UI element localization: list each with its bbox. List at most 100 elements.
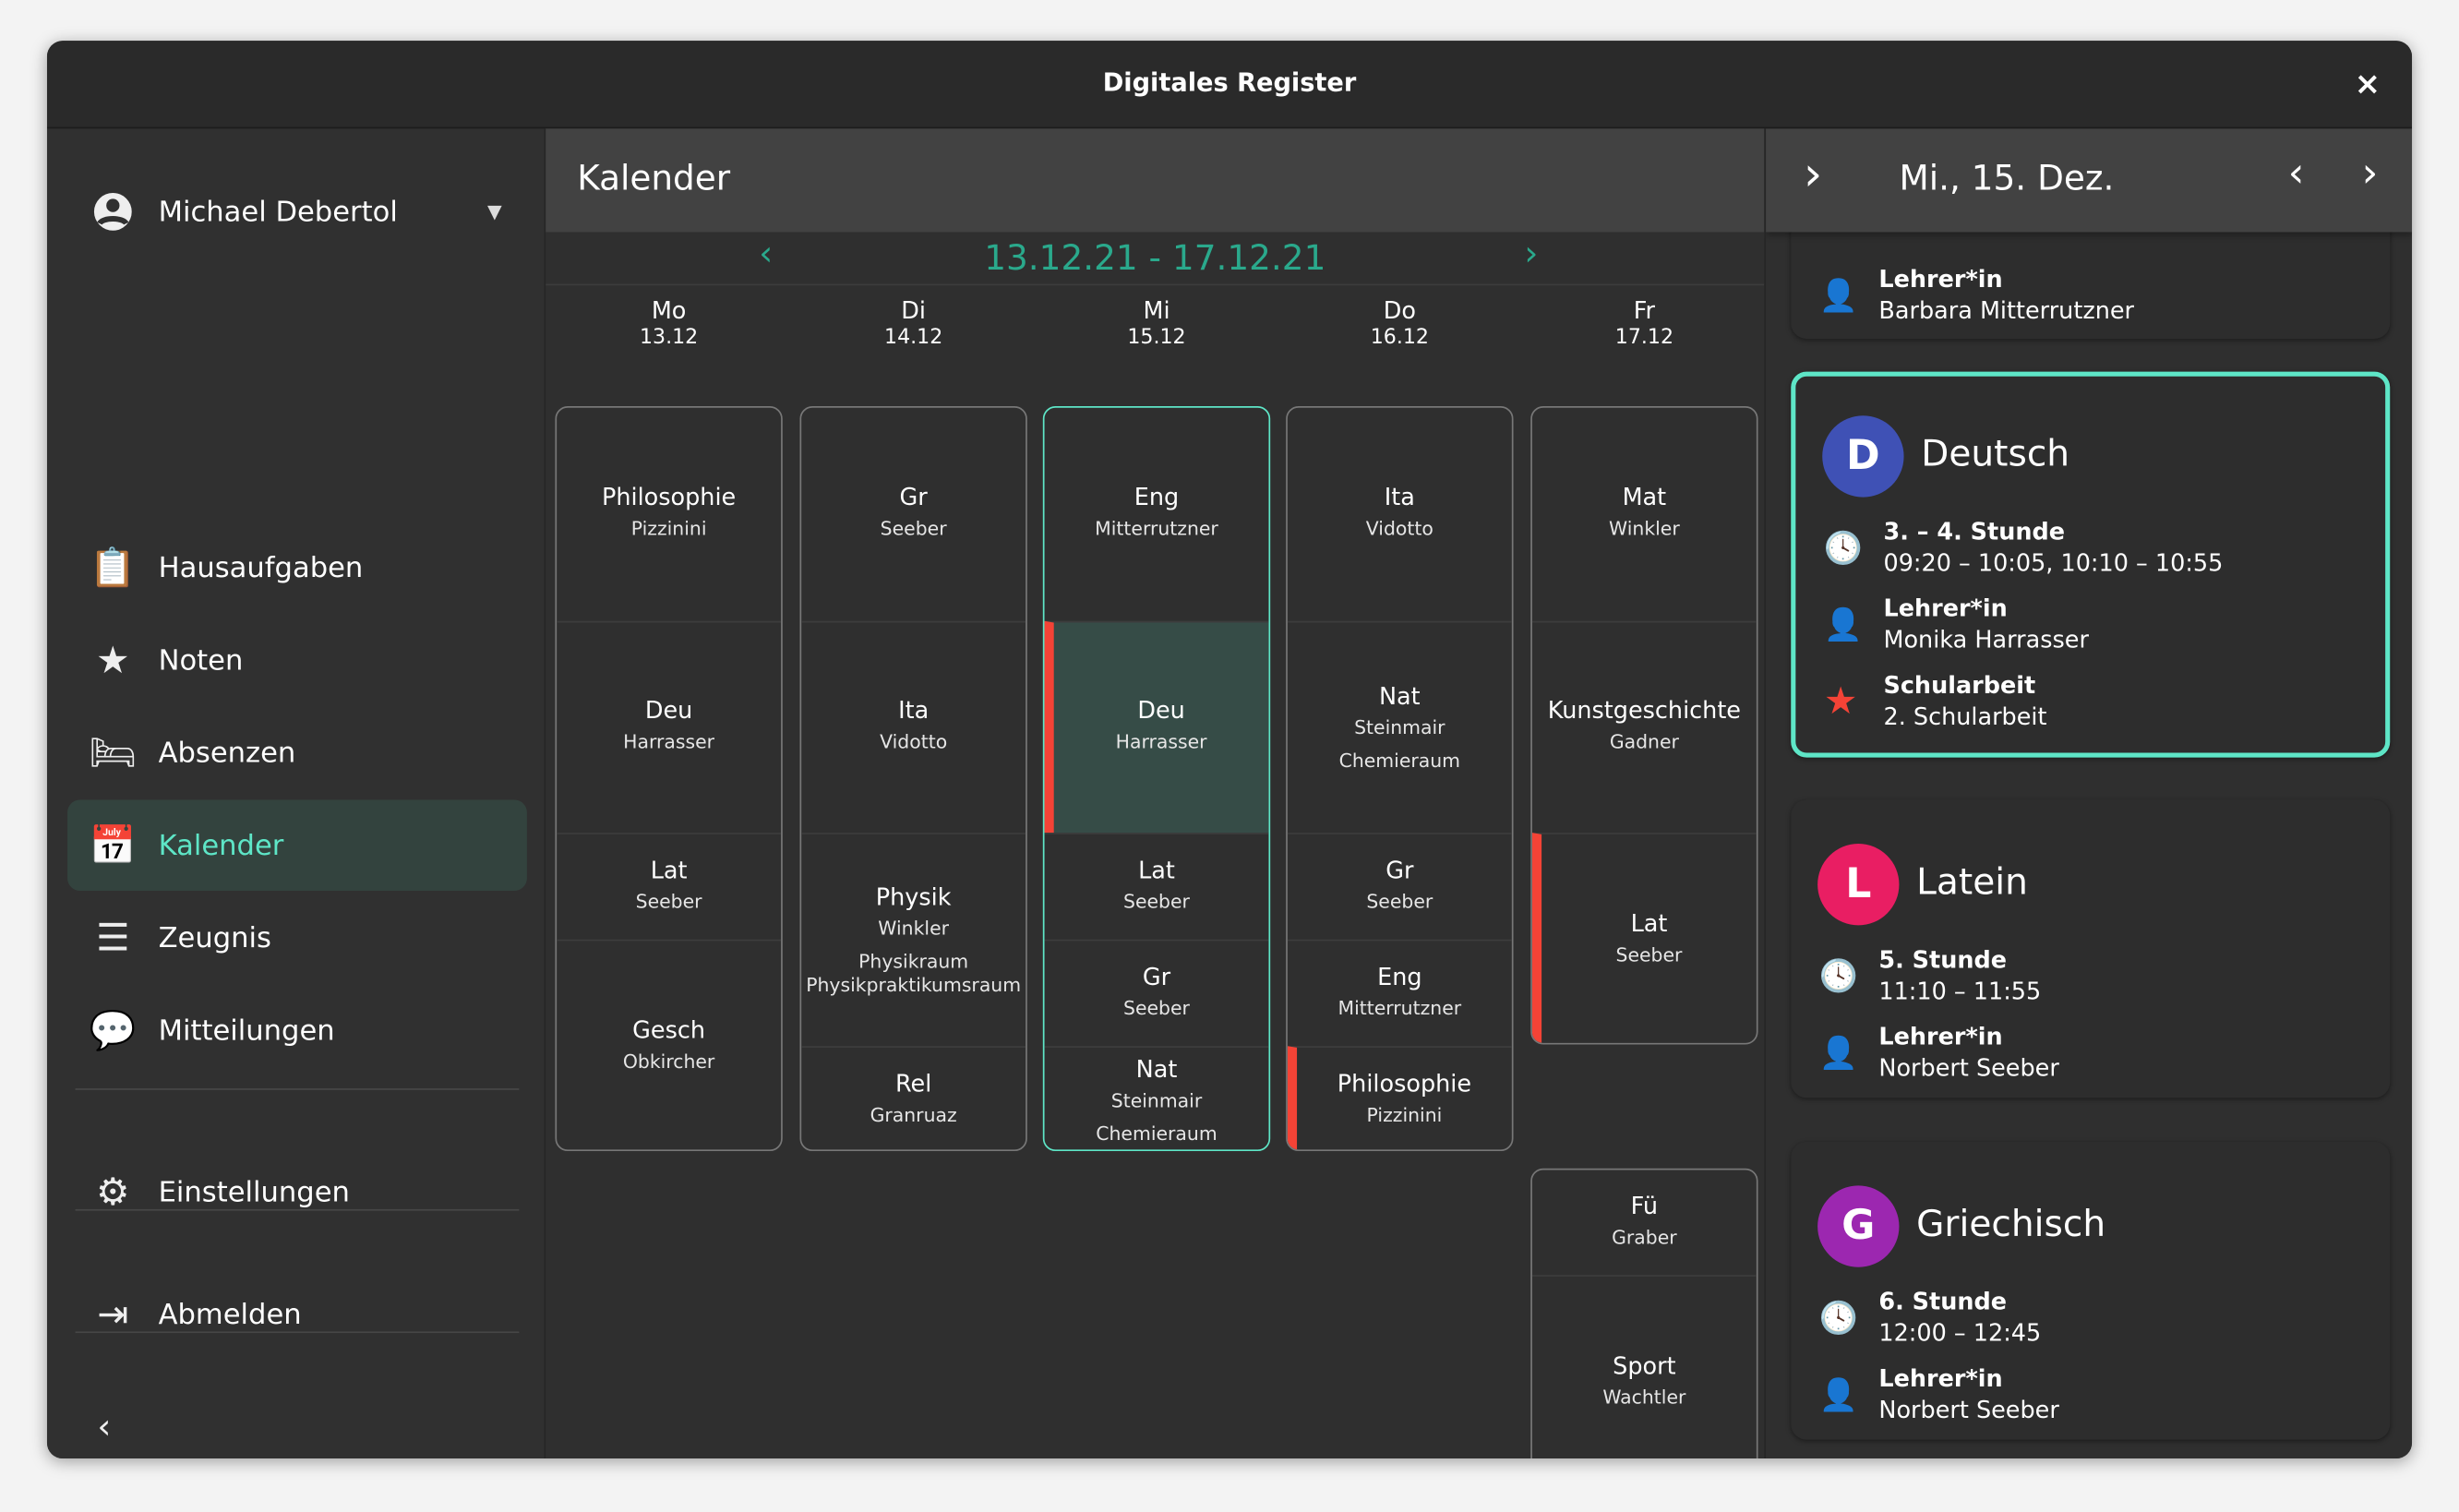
clipboard-icon: 📋 [89, 546, 137, 590]
day-name: Di [901, 296, 927, 325]
page-title: Kalender [577, 160, 731, 199]
sidebar-item-mitteilungen[interactable]: 💬 Mitteilungen [67, 985, 527, 1076]
lesson-room: Chemieraum [1096, 1122, 1218, 1145]
sidebar-item-hausaufgaben[interactable]: 📋 Hausaufgaben [67, 522, 527, 614]
title-bar: Digitales Register × [46, 41, 2413, 129]
window-title: Digitales Register [1102, 67, 1357, 98]
lesson-cell[interactable]: Nat Steinmair Chemieraum [1287, 620, 1512, 833]
lesson-cell[interactable]: Eng Mitterrutzner [1287, 939, 1512, 1046]
clock-icon: 🕓 [1818, 956, 1859, 995]
lesson-card-deutsch[interactable]: D Deutsch 🕓 3. – 4. Stunde 09:20 – 10:05, 10… [1791, 371, 2391, 758]
lesson-block: Eng Mitterrutzner Deu Harrasser Lat Seeber Gr S… [1042, 406, 1271, 1151]
lesson-cell[interactable]: Lat Seeber [1044, 833, 1269, 939]
lesson-cell[interactable]: Deu Harrasser [1044, 620, 1269, 834]
sidebar-item-absenzen[interactable]: 🛏 Absenzen [67, 707, 527, 798]
lesson-cell[interactable]: Fü Graber [1532, 1170, 1757, 1276]
lesson-cell[interactable]: Philosophie Pizzinini [557, 408, 781, 620]
lesson-subject: Nat [1378, 682, 1421, 712]
week-range: 13.12.21 - 17.12.21 [984, 239, 1326, 280]
dropdown-arrow-icon: ▼ [486, 200, 502, 223]
row-label: Schularbeit [1883, 671, 2036, 700]
next-week-button[interactable]: › [1524, 235, 1538, 274]
detail-date: Mi., 15. Dez. [1899, 160, 2115, 199]
lesson-teacher: Seeber [1615, 943, 1683, 966]
divider [75, 1331, 520, 1334]
sidebar-item-logout[interactable]: ⇥ Abmelden [67, 1268, 527, 1360]
lesson-cell[interactable]: Physik Winkler Physikraum Physikpraktikums… [801, 833, 1026, 1045]
lesson-cell[interactable]: Gesch Obkircher [557, 939, 782, 1149]
lesson-subject: Nat [1135, 1054, 1178, 1084]
lesson-cell[interactable]: Eng Mitterrutzner [1045, 408, 1269, 620]
day-header: Mi 15.12 [1043, 297, 1270, 352]
subject-avatar: D [1822, 415, 1904, 498]
lesson-subject: Gr [899, 483, 928, 512]
lesson-block: Gr Seeber Ita Vidotto Physik Winkler Physikrau… [799, 406, 1027, 1151]
lesson-cell[interactable]: Deu Harrasser [557, 620, 782, 833]
row-label: 3. – 4. Stunde [1883, 517, 2066, 546]
sidebar-item-zeugnis[interactable]: ☰ Zeugnis [67, 893, 527, 984]
person-icon: 👤 [1818, 1033, 1859, 1072]
day-name: Do [1383, 296, 1416, 325]
lesson-cell[interactable]: Mat Winkler [1532, 408, 1757, 620]
subject-title: Deutsch [1921, 434, 2070, 475]
account-switcher[interactable]: Michael Debertol ▼ [67, 166, 527, 258]
lesson-cell[interactable]: Gr Seeber [1287, 833, 1512, 939]
collapse-sidebar-button[interactable]: ‹ [97, 1409, 111, 1447]
main-header: Kalender [546, 128, 1765, 233]
day-name: Fr [1633, 296, 1656, 325]
sidebar-item-kalender[interactable]: 📅 Kalender [67, 799, 527, 892]
day-header: Di 14.12 [799, 296, 1026, 352]
lesson-cell[interactable]: Lat Seeber [557, 833, 782, 939]
lesson-teacher: Vidotto [1365, 518, 1433, 540]
bed-icon: 🛏 [89, 730, 138, 775]
detail-row: 🕓 3. – 4. Stunde 09:20 – 10:05, 10:10 – 10… [1824, 516, 2223, 579]
day-header: Fr 17.12 [1530, 296, 1757, 352]
lesson-teacher: Mitterrutzner [1095, 518, 1218, 540]
lesson-subject: Sport [1613, 1351, 1676, 1381]
lesson-teacher: Graber [1612, 1226, 1677, 1249]
previous-day-button[interactable]: ‹ [2288, 150, 2305, 198]
teacher-row: 👤 Lehrer*in Barbara Mitterrutzner [1819, 263, 2134, 326]
sidebar-item-settings[interactable]: ⚙ Einstellungen [67, 1146, 527, 1238]
day-name: Mo [651, 296, 687, 325]
next-day-button[interactable]: › [2362, 150, 2379, 198]
lesson-cell[interactable]: Lat Seeber [1531, 833, 1757, 1043]
sidebar: Michael Debertol ▼ 📋 Hausaufgaben ★ Noten 🛏 A… [46, 128, 546, 1459]
lesson-subject: Lat [1138, 856, 1175, 885]
lesson-cell[interactable]: Ita Vidotto [1288, 408, 1512, 620]
lesson-cell[interactable]: Ita Vidotto [801, 620, 1026, 833]
lesson-room: Chemieraum [1338, 750, 1461, 773]
lesson-cell[interactable]: Sport Wachtler [1531, 1275, 1757, 1458]
person-icon: 👤 [1823, 605, 1864, 643]
person-icon: 👤 [1818, 1375, 1859, 1413]
clock-icon: 🕓 [1823, 528, 1864, 567]
close-button[interactable]: × [2355, 65, 2381, 102]
lesson-card-latein[interactable]: L Latein 🕓 5. Stunde 11:10 – 11:55 👤 Lehrer*in… [1791, 799, 2391, 1098]
lesson-teacher: Winkler [1609, 518, 1680, 540]
user-name: Michael Debertol [158, 195, 398, 229]
week-navigation: ‹ 13.12.21 - 17.12.21 › [546, 232, 1765, 286]
subject-avatar: G [1817, 1185, 1900, 1267]
lesson-cell[interactable]: Rel Granruaz [801, 1045, 1026, 1149]
row-value: 11:10 – 11:55 [1878, 977, 2042, 1006]
lesson-cell[interactable]: Gr Seeber [801, 408, 1026, 620]
close-panel-button[interactable]: › [1804, 148, 1822, 202]
lesson-subject: Physik [875, 883, 952, 912]
lesson-cell[interactable]: Nat Steinmair Chemieraum [1044, 1045, 1269, 1149]
lesson-teacher: Steinmair [1354, 717, 1445, 739]
lesson-teacher: Seeber [1366, 891, 1433, 913]
detail-row: 👤 Lehrer*in Monika Harrasser [1824, 593, 2089, 655]
lesson-cell[interactable]: Philosophie Pizzinini [1287, 1045, 1512, 1149]
row-label: Lehrer*in [1878, 1022, 2003, 1051]
lesson-card-griechisch[interactable]: G Griechisch 🕓 6. Stunde 12:00 – 12:45 👤 Lehre… [1791, 1141, 2391, 1440]
lesson-teacher: Pizzinini [630, 518, 707, 540]
row-value: 2. Schularbeit [1883, 702, 2047, 731]
sidebar-item-label: Kalender [158, 828, 284, 862]
lesson-teacher: Seeber [635, 891, 702, 913]
lesson-cell[interactable]: Gr Seeber [1044, 939, 1269, 1046]
lesson-teacher: Seeber [1123, 891, 1190, 913]
lesson-teacher: Wachtler [1602, 1386, 1686, 1410]
row-label: Lehrer*in [1883, 594, 2008, 623]
sidebar-item-noten[interactable]: ★ Noten [67, 615, 527, 706]
lesson-cell[interactable]: Kunstgeschichte Gadner [1531, 620, 1757, 833]
